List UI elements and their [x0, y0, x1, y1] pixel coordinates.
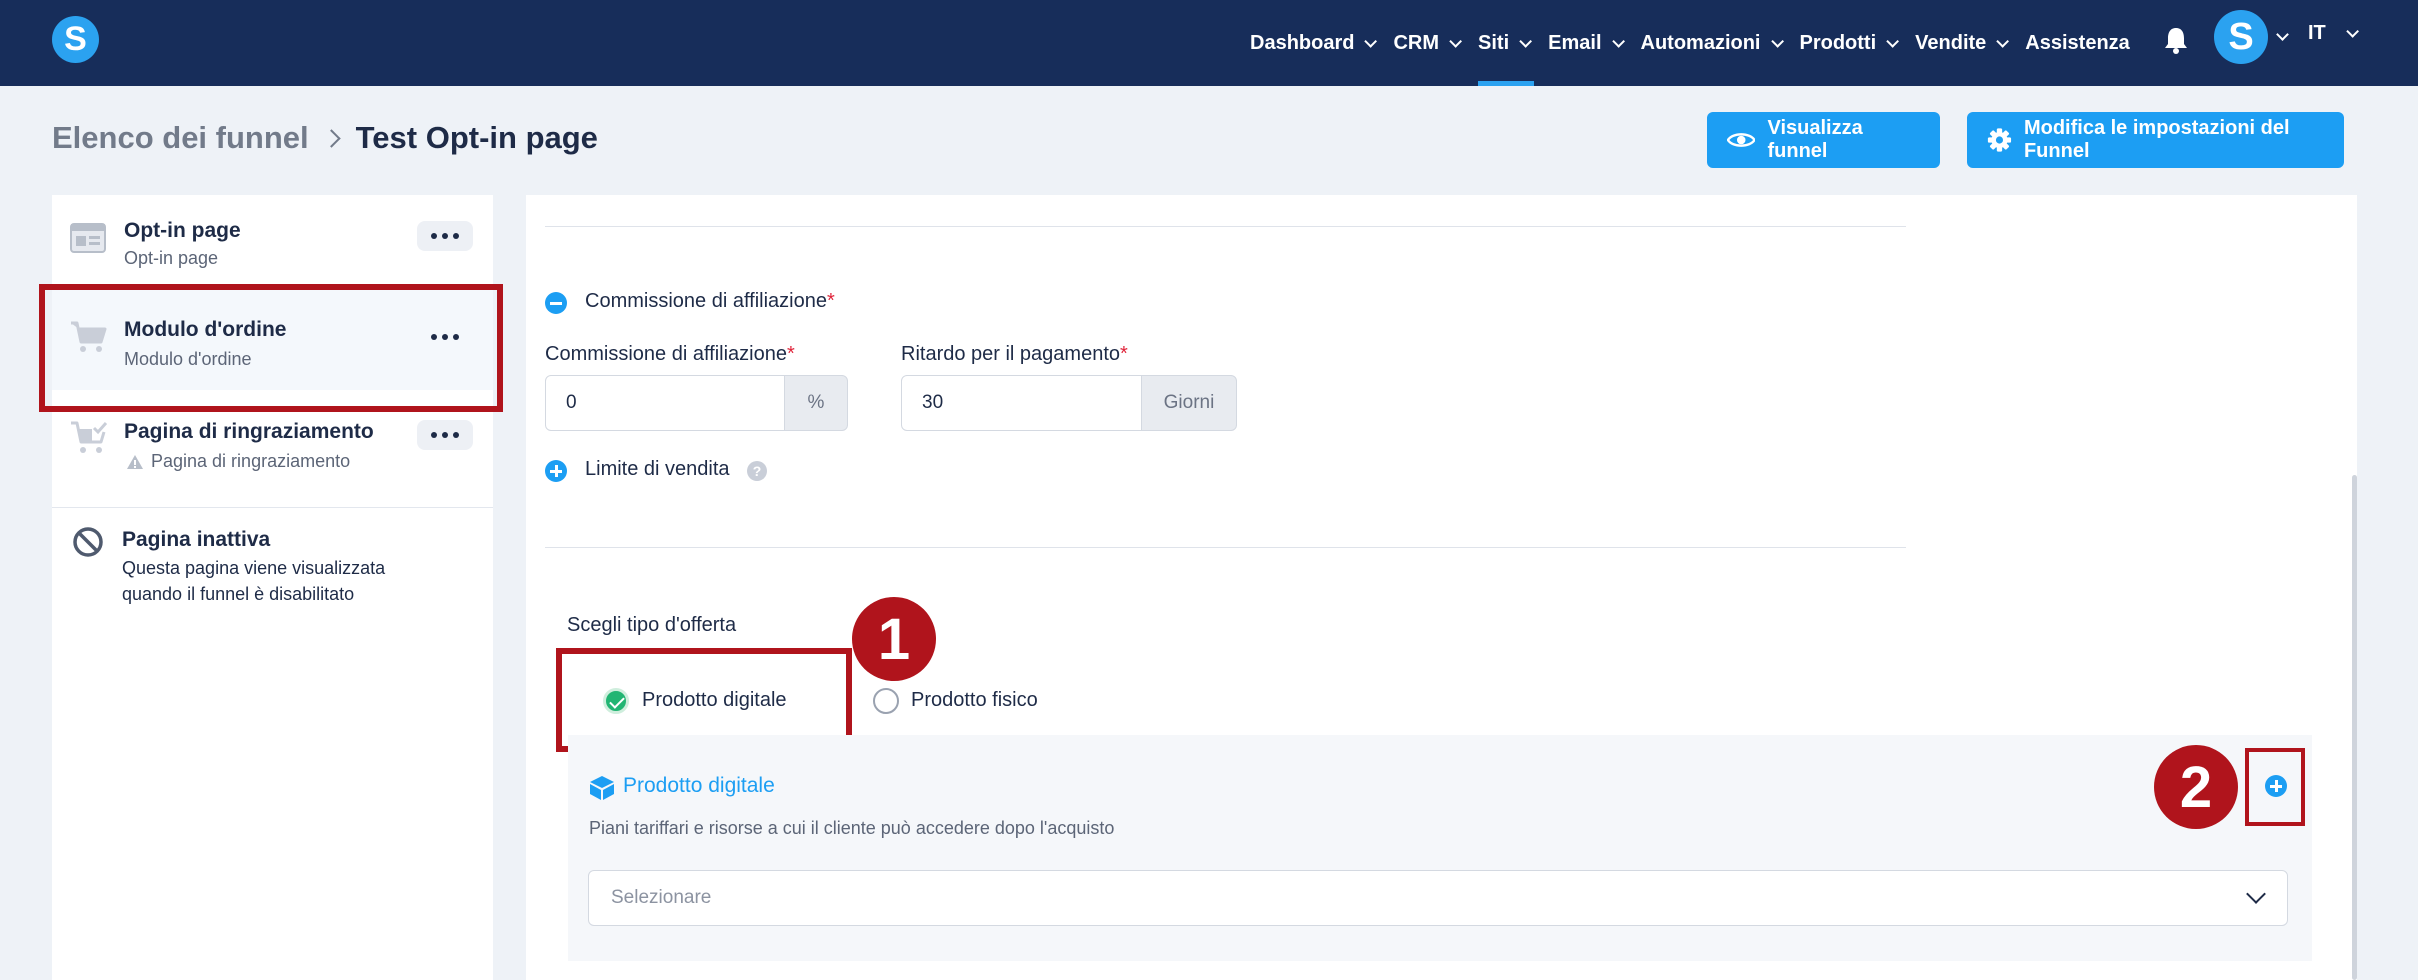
chevron-down-icon: [1770, 34, 1784, 48]
app-logo[interactable]: S: [52, 16, 99, 63]
disabled-icon: [73, 527, 103, 557]
digital-product-description: Piani tariffari e risorse a cui il clien…: [589, 818, 1115, 838]
physical-product-option-label[interactable]: Prodotto fisico: [911, 689, 1038, 712]
warning-icon: [127, 455, 143, 469]
chevron-down-icon: [1611, 34, 1625, 48]
more-options-button[interactable]: [417, 221, 473, 251]
annotation-badge-1: 1: [852, 597, 936, 681]
page-title: Test Opt-in page: [355, 120, 598, 155]
chevron-down-icon[interactable]: [2276, 28, 2289, 41]
nav-email[interactable]: Email: [1538, 0, 1630, 86]
chevron-right-icon: [321, 128, 341, 148]
nav-automazioni[interactable]: Automazioni: [1631, 0, 1790, 86]
sales-limit-toggle[interactable]: Limite di vendita: [585, 458, 730, 481]
chevron-down-icon: [2346, 25, 2359, 38]
edit-funnel-settings-button[interactable]: Modifica le impostazioni del Funnel: [1967, 112, 2344, 168]
gear-icon: [1987, 128, 2012, 152]
chevron-down-icon: [2246, 884, 2266, 904]
digital-product-heading: Prodotto digitale: [623, 774, 775, 797]
top-navigation: S Dashboard CRM Siti Email Automazioni P…: [0, 0, 2418, 86]
payment-delay-label: Ritardo per il pagamento*: [901, 343, 1128, 365]
breadcrumb: Elenco dei funnel Test Opt-in page: [52, 120, 598, 156]
affiliate-commission-label: Commissione di affiliazione*: [545, 343, 795, 365]
nav-crm[interactable]: CRM: [1383, 0, 1468, 86]
cart-check-icon: [71, 421, 108, 453]
chevron-down-icon: [1886, 34, 1900, 48]
section-divider: [545, 547, 1906, 548]
digital-product-select[interactable]: Selezionare: [588, 870, 2288, 926]
annotation-highlight-order-form: [39, 284, 503, 412]
box-icon: [590, 776, 614, 800]
radio-physical-product[interactable]: [873, 688, 899, 714]
nav-assistenza[interactable]: Assistenza: [2015, 0, 2140, 86]
affiliate-commission-input[interactable]: 0: [545, 375, 785, 431]
expand-icon[interactable]: [545, 460, 567, 482]
percent-addon: %: [784, 375, 848, 431]
eye-icon: [1727, 133, 1756, 147]
page-icon: [70, 223, 106, 253]
offer-type-label: Scegli tipo d'offerta: [567, 614, 737, 636]
payment-delay-input[interactable]: 30: [901, 375, 1142, 431]
chevron-down-icon: [1519, 34, 1533, 48]
chevron-down-icon: [1449, 34, 1463, 48]
annotation-badge-2: 2: [2154, 745, 2238, 829]
affiliate-section-title: Commissione di affiliazione*: [585, 290, 835, 312]
vertical-scrollbar[interactable]: [2352, 475, 2357, 980]
nav-prodotti[interactable]: Prodotti: [1790, 0, 1906, 86]
view-funnel-button[interactable]: Visualizza funnel: [1707, 112, 1940, 168]
nav-vendite[interactable]: Vendite: [1905, 0, 2015, 86]
section-divider: [545, 226, 1906, 227]
sidebar-item-opt-in-page[interactable]: Opt-in page Opt-in page: [52, 195, 493, 290]
sidebar-item-inactive-page[interactable]: Pagina inattiva Questa pagina viene visu…: [52, 508, 493, 628]
digital-product-panel: [568, 735, 2312, 961]
chevron-down-icon: [1996, 34, 2010, 48]
nav-siti[interactable]: Siti: [1468, 0, 1538, 86]
annotation-highlight-add-button: [2245, 748, 2305, 826]
nav-dashboard[interactable]: Dashboard: [1240, 0, 1383, 86]
language-selector[interactable]: IT: [2308, 22, 2359, 45]
days-addon: Giorni: [1141, 375, 1237, 431]
help-icon[interactable]: ?: [747, 461, 767, 481]
more-options-button[interactable]: [417, 420, 473, 450]
chevron-down-icon: [1364, 34, 1378, 48]
user-avatar[interactable]: S: [2214, 10, 2268, 64]
breadcrumb-funnel-list[interactable]: Elenco dei funnel: [52, 120, 309, 156]
collapse-icon[interactable]: [545, 292, 567, 314]
main-nav: Dashboard CRM Siti Email Automazioni Pro…: [1240, 0, 2140, 86]
bell-icon[interactable]: [2163, 25, 2189, 55]
